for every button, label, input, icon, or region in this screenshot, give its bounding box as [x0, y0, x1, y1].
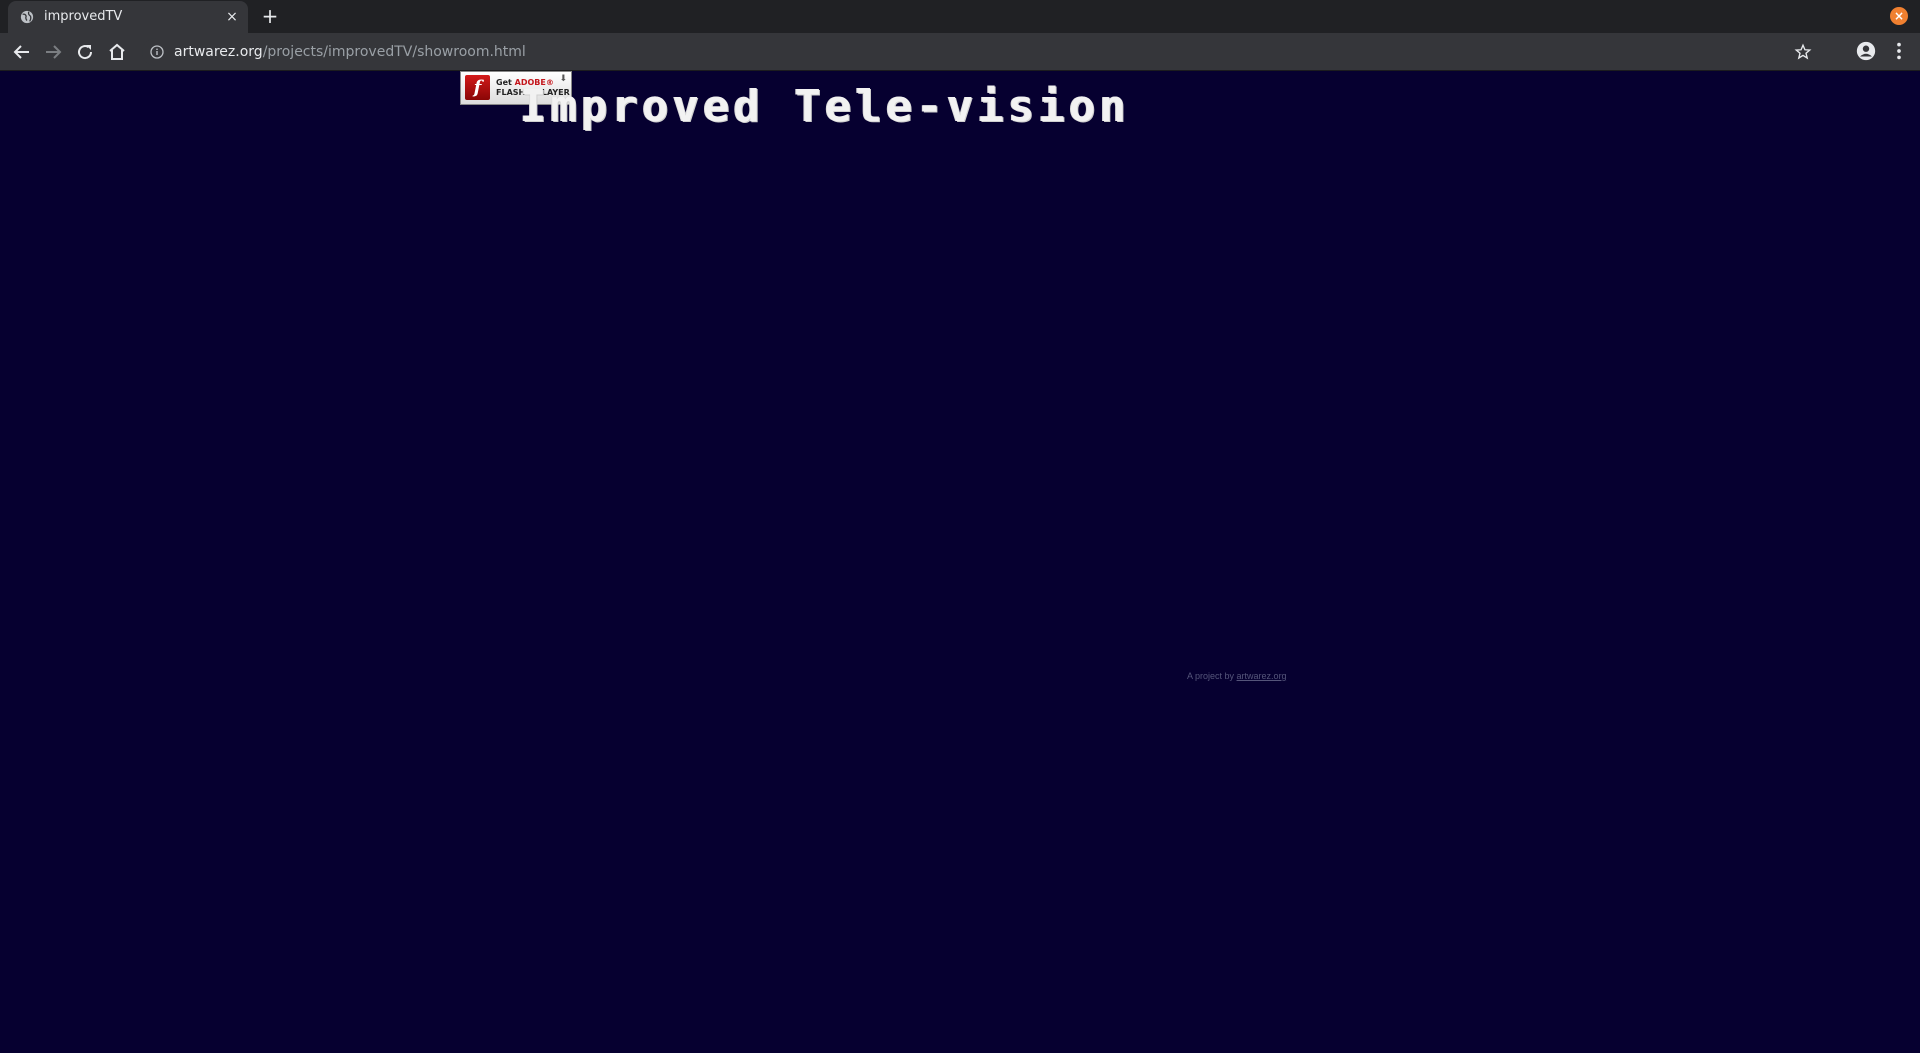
- page-title: Improved Tele-vision: [520, 81, 1130, 132]
- arrow-left-icon: [13, 45, 29, 59]
- forward-button[interactable]: [41, 40, 65, 64]
- url-host: artwarez.org: [174, 44, 263, 60]
- home-icon: [109, 43, 125, 60]
- url-text[interactable]: artwarez.org/projects/improvedTV/showroo…: [174, 44, 526, 60]
- arrow-right-icon: [46, 45, 62, 59]
- back-button[interactable]: [10, 40, 34, 64]
- globe-icon: [20, 10, 34, 24]
- credit-prefix: A project by: [1187, 671, 1235, 681]
- tab-improvedtv[interactable]: improvedTV ×: [8, 1, 248, 33]
- new-tab-icon[interactable]: +: [260, 6, 280, 26]
- tab-strip: improvedTV × + ×: [0, 0, 1920, 33]
- credit-link[interactable]: artwarez.org: [1237, 671, 1287, 681]
- window-close-icon[interactable]: ×: [1890, 7, 1908, 25]
- browser-chrome: improvedTV × + × artwarez.org/projects/i…: [0, 0, 1920, 71]
- url-path: /projects/improvedTV/showroom.html: [262, 44, 526, 60]
- page-content: f Get ADOBE® FLASH® PLAYER ⬇ Improved Te…: [0, 71, 1920, 1053]
- info-icon[interactable]: [150, 45, 164, 59]
- reload-button[interactable]: [73, 40, 97, 64]
- tab-close-icon[interactable]: ×: [224, 9, 240, 25]
- star-icon[interactable]: [1794, 43, 1812, 61]
- home-button[interactable]: [105, 40, 129, 64]
- credit-line: A project by artwarez.org: [1187, 671, 1287, 681]
- tab-title: improvedTV: [44, 9, 123, 24]
- browser-toolbar: artwarez.org/projects/improvedTV/showroo…: [0, 33, 1920, 71]
- flash-logo-icon: f: [465, 75, 490, 100]
- address-bar[interactable]: artwarez.org/projects/improvedTV/showroo…: [142, 38, 1812, 66]
- flash-get-text: Get: [496, 78, 512, 87]
- profile-icon[interactable]: [1855, 40, 1877, 62]
- reload-icon: [78, 45, 93, 60]
- kebab-menu-icon[interactable]: [1888, 40, 1910, 62]
